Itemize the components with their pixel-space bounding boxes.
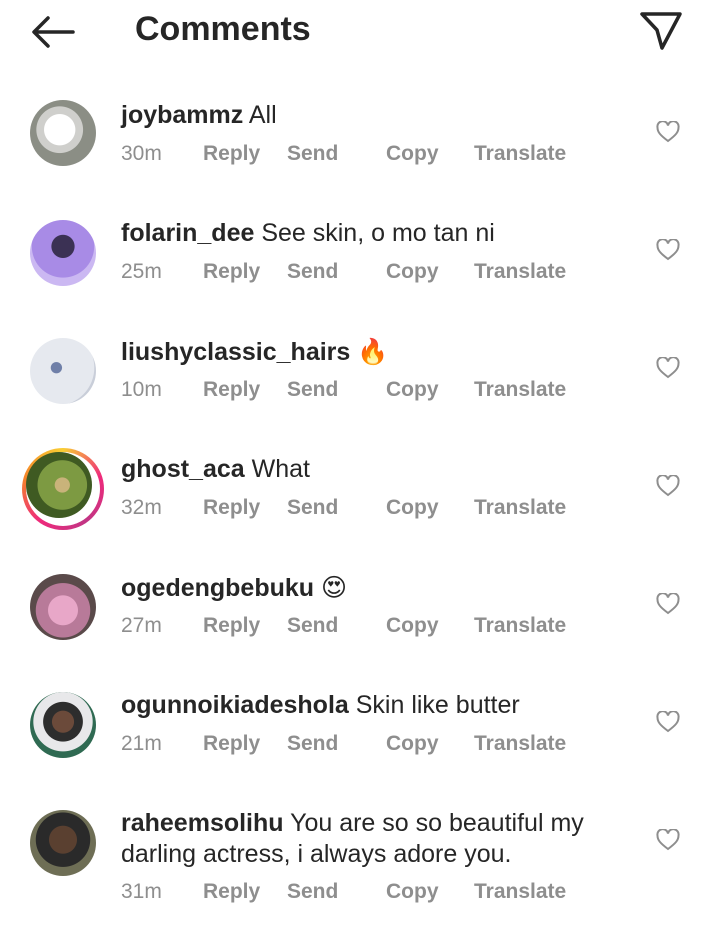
translate-button[interactable]: Translate — [474, 496, 566, 520]
comment-time: 21m — [121, 732, 162, 755]
reply-button[interactable]: Reply — [203, 378, 260, 402]
comment-text: All — [248, 101, 277, 129]
avatar[interactable] — [30, 338, 96, 404]
comment-text: 😍 — [321, 573, 348, 602]
reply-button[interactable]: Reply — [203, 732, 260, 756]
send-button[interactable]: Send — [287, 614, 338, 638]
send-button[interactable]: Send — [287, 496, 338, 520]
story-ring[interactable] — [22, 448, 104, 530]
reply-button[interactable]: Reply — [203, 496, 260, 520]
header: Comments — [0, 0, 720, 62]
reply-button[interactable]: Reply — [203, 260, 260, 284]
avatar[interactable] — [30, 100, 96, 166]
avatar[interactable] — [30, 220, 96, 286]
reply-button[interactable]: Reply — [203, 614, 260, 638]
comment-username[interactable]: liushyclassic_hairs — [121, 338, 350, 366]
translate-button[interactable]: Translate — [474, 378, 566, 402]
translate-button[interactable]: Translate — [474, 880, 566, 904]
comment-username[interactable]: ghost_aca — [121, 455, 245, 483]
comment-time: 10m — [121, 378, 162, 401]
copy-button[interactable]: Copy — [386, 496, 439, 520]
heart-icon[interactable] — [656, 592, 680, 615]
copy-button[interactable]: Copy — [386, 880, 439, 904]
comment-username[interactable]: folarin_dee — [121, 219, 254, 247]
send-button[interactable]: Send — [287, 378, 338, 402]
comment-time: 32m — [121, 496, 162, 519]
avatar[interactable] — [26, 452, 92, 518]
comment-time: 27m — [121, 614, 162, 637]
avatar[interactable] — [30, 574, 96, 640]
heart-icon[interactable] — [656, 710, 680, 733]
comment-text: See skin, o mo tan ni — [261, 219, 495, 247]
paper-plane-icon[interactable] — [638, 10, 684, 52]
comment-time: 31m — [121, 880, 162, 903]
heart-icon[interactable] — [656, 120, 680, 143]
send-button[interactable]: Send — [287, 732, 338, 756]
avatar[interactable] — [30, 692, 96, 758]
translate-button[interactable]: Translate — [474, 614, 566, 638]
comment-text: Skin like butter — [355, 691, 520, 719]
page-title: Comments — [135, 10, 311, 48]
heart-icon[interactable] — [656, 238, 680, 261]
copy-button[interactable]: Copy — [386, 732, 439, 756]
copy-button[interactable]: Copy — [386, 378, 439, 402]
comment-username[interactable]: raheemsolihu — [121, 809, 284, 837]
reply-button[interactable]: Reply — [203, 142, 260, 166]
copy-button[interactable]: Copy — [386, 142, 439, 166]
comment-time: 25m — [121, 260, 162, 283]
translate-button[interactable]: Translate — [474, 732, 566, 756]
send-button[interactable]: Send — [287, 880, 338, 904]
avatar[interactable] — [30, 810, 96, 876]
translate-button[interactable]: Translate — [474, 260, 566, 284]
comment-username[interactable]: ogunnoikiadeshola — [121, 691, 349, 719]
send-button[interactable]: Send — [287, 260, 338, 284]
heart-icon[interactable] — [656, 474, 680, 497]
comment-username[interactable]: ogedengbebuku — [121, 574, 314, 602]
send-button[interactable]: Send — [287, 142, 338, 166]
comment-time: 30m — [121, 142, 162, 165]
comment-text: 🔥 — [357, 337, 389, 366]
heart-icon[interactable] — [656, 828, 680, 851]
reply-button[interactable]: Reply — [203, 880, 260, 904]
copy-button[interactable]: Copy — [386, 614, 439, 638]
heart-icon[interactable] — [656, 356, 680, 379]
copy-button[interactable]: Copy — [386, 260, 439, 284]
comment-username[interactable]: joybammz — [121, 101, 243, 129]
comment-text: What — [251, 455, 310, 483]
back-arrow-icon[interactable] — [30, 14, 76, 50]
translate-button[interactable]: Translate — [474, 142, 566, 166]
